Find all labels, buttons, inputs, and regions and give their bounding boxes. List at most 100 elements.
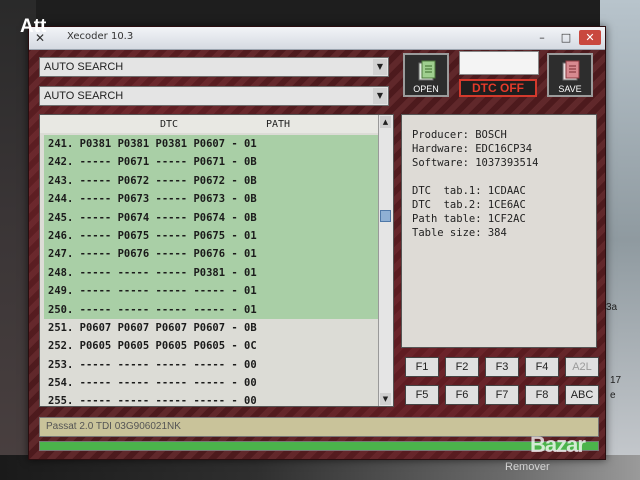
row-dtc-code: -----	[155, 358, 188, 371]
row-dtc-code: -----	[155, 229, 188, 242]
row-dtc-code: P0381	[193, 266, 226, 279]
chevron-down-icon[interactable]: ▼	[373, 88, 387, 104]
title-bar[interactable]: ✕ Xecoder 10.3 – □ ✕	[29, 27, 605, 50]
row-dtc-code: -----	[79, 266, 112, 279]
row-dtc-code: P0605	[79, 340, 112, 353]
row-dtc-code: -----	[117, 395, 150, 408]
a2l-button[interactable]: A2L	[565, 357, 599, 377]
table-row[interactable]: 251. P0607 P0607 P0607 P0607 - 0B	[44, 319, 378, 337]
f2-button[interactable]: F2	[445, 357, 479, 377]
row-path: 0C	[244, 340, 257, 353]
f8-button[interactable]: F8	[525, 385, 559, 405]
dtc-table: DTC PATH 241. P0381 P0381 P0381 P0607 - …	[39, 114, 394, 407]
row-dtc-code: -----	[79, 395, 112, 408]
open-button-label: OPEN	[413, 84, 439, 94]
row-path: 00	[244, 358, 257, 371]
row-path: 0B	[244, 156, 257, 169]
search-mode-combo-1[interactable]: AUTO SEARCH ▼	[39, 57, 389, 77]
table-row[interactable]: 242. ----- P0671 ----- P0671 - 0B	[44, 153, 378, 172]
f6-button[interactable]: F6	[445, 385, 479, 405]
row-dtc-code: -----	[117, 358, 150, 371]
save-button[interactable]: SAVE	[547, 53, 593, 97]
row-dtc-code: -----	[193, 395, 226, 408]
search-mode-combo-2[interactable]: AUTO SEARCH ▼	[39, 86, 389, 106]
row-dtc-code: -----	[155, 285, 188, 298]
table-row[interactable]: 245. ----- P0674 ----- P0674 - 0B	[44, 208, 378, 227]
row-path: 00	[244, 395, 257, 408]
scroll-up-icon[interactable]: ▲	[380, 116, 391, 128]
row-number: 250.	[48, 303, 74, 316]
combo-value: AUTO SEARCH	[44, 90, 124, 102]
table-row[interactable]: 247. ----- P0676 ----- P0676 - 01	[44, 245, 378, 264]
background-text-fragment: e	[610, 390, 616, 401]
table-row[interactable]: 250. ----- ----- ----- ----- - 01	[44, 300, 378, 319]
row-path: 01	[244, 266, 257, 279]
abc-button[interactable]: ABC	[565, 385, 599, 405]
vehicle-info-text: Passat 2.0 TDI 03G906021NK	[46, 421, 181, 432]
scroll-thumb[interactable]	[380, 210, 391, 222]
table-row[interactable]: 255. ----- ----- ----- ----- - 00	[44, 392, 378, 410]
row-path: 0B	[244, 174, 257, 187]
row-dtc-code: P0381	[155, 138, 188, 150]
table-row[interactable]: 253. ----- ----- ----- ----- - 00	[44, 356, 378, 374]
row-number: 251.	[48, 321, 74, 334]
f4-button[interactable]: F4	[525, 357, 559, 377]
row-dtc-code: -----	[155, 193, 188, 206]
row-dtc-code: -----	[79, 358, 112, 371]
table-row[interactable]: 249. ----- ----- ----- ----- - 01	[44, 282, 378, 301]
row-dtc-code: P0674	[193, 211, 226, 224]
dtc-off-button[interactable]: DTC OFF	[459, 79, 537, 97]
open-button[interactable]: OPEN	[403, 53, 449, 97]
row-dtc-code: P0671	[117, 156, 150, 169]
column-header-path: PATH	[266, 119, 291, 130]
table-row[interactable]: 252. P0605 P0605 P0605 P0605 - 0C	[44, 337, 378, 355]
minimize-button[interactable]: –	[531, 30, 553, 45]
row-dtc-code: P0605	[117, 340, 150, 353]
table-row[interactable]: 246. ----- P0675 ----- P0675 - 01	[44, 226, 378, 246]
row-number: 242.	[48, 156, 74, 169]
progress-bar	[39, 441, 599, 451]
row-dtc-code: -----	[155, 174, 188, 187]
f7-button[interactable]: F7	[485, 385, 519, 405]
row-number: 246.	[48, 229, 74, 242]
f3-button[interactable]: F3	[485, 357, 519, 377]
row-dtc-code: P0607	[193, 138, 226, 150]
row-dtc-code: -----	[117, 303, 150, 316]
table-row[interactable]: 248. ----- ----- ----- P0381 - 01	[44, 263, 378, 283]
background-text-fragment: 17	[610, 375, 622, 386]
row-dtc-code: -----	[79, 248, 112, 261]
row-dtc-code: -----	[155, 395, 188, 408]
row-dtc-code: P0605	[155, 340, 188, 353]
row-dtc-code: -----	[79, 303, 112, 316]
watermark-logo: Bazar	[530, 432, 586, 457]
f5-button[interactable]: F5	[405, 385, 439, 405]
row-dtc-code: P0675	[193, 229, 226, 242]
row-dtc-code: P0672	[117, 174, 150, 187]
save-button-label: SAVE	[558, 84, 582, 94]
row-number: 255.	[48, 395, 74, 408]
overlay-label: Att	[20, 16, 47, 37]
table-row[interactable]: 243. ----- P0672 ----- P0672 - 0B	[44, 171, 378, 191]
maximize-button[interactable]: □	[555, 30, 577, 45]
chevron-down-icon[interactable]: ▼	[373, 59, 387, 75]
row-path: 0B	[244, 193, 257, 206]
close-button[interactable]: ✕	[579, 30, 601, 45]
row-dtc-code: P0671	[193, 156, 226, 169]
table-row[interactable]: 244. ----- P0673 ----- P0673 - 0B	[44, 190, 378, 209]
row-path: 00	[244, 377, 257, 390]
table-row[interactable]: 254. ----- ----- ----- ----- - 00	[44, 374, 378, 392]
window-title: Xecoder 10.3	[67, 31, 134, 42]
progress-fill	[40, 442, 598, 450]
row-dtc-code: -----	[193, 377, 226, 390]
row-dtc-code: -----	[193, 358, 226, 371]
row-dtc-code: -----	[79, 285, 112, 298]
table-row[interactable]: 241. P0381 P0381 P0381 P0607 - 01	[44, 135, 378, 154]
table-scrollbar[interactable]: ▲ ▼	[378, 115, 393, 406]
row-dtc-code: -----	[155, 156, 188, 169]
f1-button[interactable]: F1	[405, 357, 439, 377]
row-dtc-code: P0607	[117, 321, 150, 334]
row-dtc-code: P0676	[117, 248, 150, 261]
row-dtc-code: P0607	[193, 321, 226, 334]
row-dtc-code: -----	[193, 303, 226, 316]
scroll-down-icon[interactable]: ▼	[380, 393, 391, 405]
